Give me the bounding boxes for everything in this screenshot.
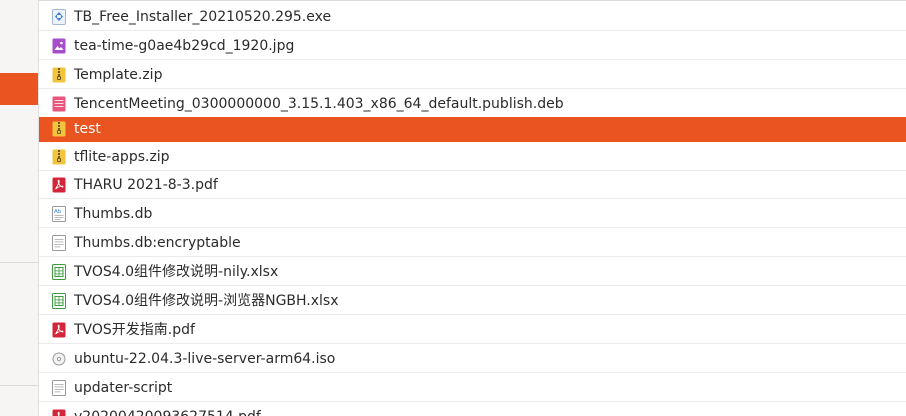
sidebar-divider (0, 262, 38, 263)
file-row[interactable]: Template.zip (39, 61, 906, 89)
archive-icon (52, 67, 66, 83)
file-manager-window: TB_Free_Installer_20210520.295.exe tea-ti… (0, 0, 906, 416)
file-name: updater-script (74, 379, 173, 396)
spreadsheet-icon (52, 292, 66, 309)
file-row-selected[interactable]: test (39, 117, 906, 142)
file-name: TVOS开发指南.pdf (74, 321, 195, 338)
file-row[interactable]: ubuntu-22.04.3-live-server-arm64.iso (39, 345, 906, 373)
package-icon (52, 96, 66, 112)
file-list: TB_Free_Installer_20210520.295.exe tea-ti… (39, 0, 906, 416)
pdf-icon (52, 322, 66, 338)
file-name: tflite-apps.zip (74, 148, 170, 165)
file-row[interactable]: TB_Free_Installer_20210520.295.exe (39, 3, 906, 31)
file-name: tea-time-g0ae4b29cd_1920.jpg (74, 37, 295, 54)
executable-icon (52, 8, 66, 25)
disc-image-icon (52, 351, 66, 367)
file-name: Template.zip (74, 66, 163, 83)
svg-text:Ab: Ab (54, 209, 62, 215)
file-row[interactable]: tflite-apps.zip (39, 143, 906, 171)
file-row[interactable]: v20200420093627514.pdf (39, 403, 906, 416)
file-name: TVOS4.0组件修改说明-nily.xlsx (74, 263, 279, 280)
sidebar-item-selected[interactable] (0, 73, 38, 105)
file-row[interactable]: Thumbs.db:encryptable (39, 229, 906, 257)
file-name: test (74, 121, 101, 137)
file-row[interactable]: TVOS4.0组件修改说明-浏览器NGBH.xlsx (39, 287, 906, 315)
file-row[interactable]: TVOS开发指南.pdf (39, 316, 906, 344)
file-row[interactable]: THARU 2021-8-3.pdf (39, 171, 906, 199)
file-row[interactable]: updater-script (39, 374, 906, 402)
file-name: ubuntu-22.04.3-live-server-arm64.iso (74, 350, 336, 367)
file-name: THARU 2021-8-3.pdf (74, 176, 218, 193)
database-file-icon: Ab (52, 205, 66, 222)
file-row[interactable]: TVOS4.0组件修改说明-nily.xlsx (39, 258, 906, 286)
file-row[interactable]: tea-time-g0ae4b29cd_1920.jpg (39, 32, 906, 60)
archive-icon (52, 149, 66, 165)
file-name: Thumbs.db (74, 205, 153, 222)
text-file-icon (52, 379, 66, 396)
file-name: Thumbs.db:encryptable (74, 234, 241, 251)
file-name: v20200420093627514.pdf (74, 409, 261, 416)
file-row[interactable]: Ab Thumbs.db (39, 200, 906, 228)
image-file-icon (52, 38, 66, 54)
pdf-icon (52, 177, 66, 193)
pdf-icon (52, 409, 66, 416)
sidebar-divider (0, 385, 38, 386)
text-file-icon (52, 234, 66, 251)
sidebar (0, 0, 39, 416)
file-name: TB_Free_Installer_20210520.295.exe (74, 8, 332, 25)
file-name: TencentMeeting_0300000000_3.15.1.403_x86… (74, 95, 564, 112)
spreadsheet-icon (52, 263, 66, 280)
file-name: TVOS4.0组件修改说明-浏览器NGBH.xlsx (74, 292, 339, 309)
file-row[interactable]: TencentMeeting_0300000000_3.15.1.403_x86… (39, 90, 906, 118)
archive-icon (52, 121, 66, 137)
